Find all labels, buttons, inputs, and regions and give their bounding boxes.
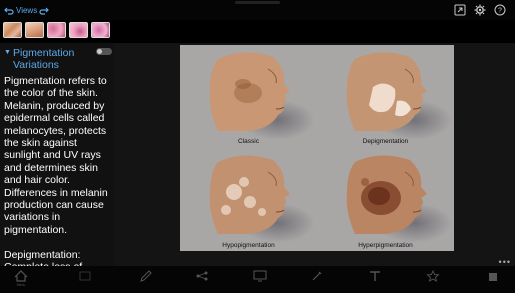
top-bar: Views ? xyxy=(0,0,515,20)
caption-hyperpigmentation: Hyperpigmentation xyxy=(358,242,413,249)
pigmentation-illustration: Classic Depigmentation Hypopigmentation … xyxy=(180,45,454,251)
caption-hypopigmentation: Hypopigmentation xyxy=(222,242,275,249)
face-classic-image xyxy=(209,52,290,131)
views-label[interactable]: Views xyxy=(16,6,37,15)
drag-handle[interactable] xyxy=(235,1,280,4)
tool-screen[interactable] xyxy=(249,270,271,290)
quad-depigmentation: Depigmentation xyxy=(317,45,454,148)
home-icon xyxy=(14,270,28,282)
settings-gear-icon[interactable] xyxy=(473,3,487,17)
paragraph-depigmentation: Depigmentation: Complete loss of xyxy=(4,248,82,266)
thumbnail-4[interactable] xyxy=(69,22,88,38)
chevron-down-icon[interactable]: ▼ xyxy=(4,49,11,56)
face-hypopigmentation-image xyxy=(209,155,290,234)
redo-arrow-icon[interactable] xyxy=(39,6,50,16)
pencil-icon xyxy=(140,270,152,282)
info-panel: ▼ Pigmentation Variations Pigmentation r… xyxy=(0,43,114,266)
tool-pen[interactable] xyxy=(306,270,328,290)
tool-2-icon xyxy=(79,271,91,281)
tool-connect[interactable] xyxy=(191,270,213,290)
tool-export[interactable] xyxy=(482,270,504,290)
thumbnail-3[interactable] xyxy=(47,22,66,38)
quad-hyperpigmentation: Hyperpigmentation xyxy=(317,148,454,251)
tool-menu-label: Menu xyxy=(16,283,26,287)
export-icon xyxy=(489,273,497,281)
thumbnail-1[interactable] xyxy=(3,22,22,38)
tool-draw[interactable] xyxy=(135,270,157,290)
face-depigmentation-image xyxy=(346,52,427,131)
pen-icon xyxy=(312,271,322,281)
help-icon[interactable]: ? xyxy=(493,3,507,17)
screen-icon xyxy=(253,270,267,282)
panel-title: Pigmentation Variations xyxy=(13,47,75,71)
thumbnail-strip xyxy=(3,22,110,38)
text-icon xyxy=(370,271,380,281)
bottom-toolbar: ••• Menu xyxy=(0,257,515,293)
tool-text[interactable] xyxy=(364,270,386,290)
paragraph-intro: Pigmentation refers to the color of the … xyxy=(4,75,108,236)
quad-classic: Classic xyxy=(180,45,317,148)
caption-depigmentation: Depigmentation xyxy=(362,138,409,145)
quad-hypopigmentation: Hypopigmentation xyxy=(180,148,317,251)
tool-2[interactable] xyxy=(74,270,96,290)
svg-text:?: ? xyxy=(498,8,502,15)
image-viewer[interactable]: Classic Depigmentation Hypopigmentation … xyxy=(114,43,515,266)
star-icon xyxy=(426,270,440,282)
face-hyperpigmentation-image xyxy=(346,155,427,234)
tool-menu[interactable]: Menu xyxy=(10,270,32,290)
thumbnail-5[interactable] xyxy=(91,22,110,38)
undo-arrow-icon[interactable] xyxy=(4,6,14,16)
audio-toggle[interactable] xyxy=(96,48,112,55)
share-icon[interactable] xyxy=(453,3,467,17)
caption-classic: Classic xyxy=(238,138,259,145)
views-control[interactable]: Views xyxy=(4,4,50,17)
panel-body: Pigmentation refers to the color of the … xyxy=(4,75,112,266)
more-options-icon[interactable]: ••• xyxy=(499,257,511,267)
thumbnail-2[interactable] xyxy=(25,22,44,38)
nodes-icon xyxy=(196,271,208,281)
tool-favorite[interactable] xyxy=(422,270,444,290)
